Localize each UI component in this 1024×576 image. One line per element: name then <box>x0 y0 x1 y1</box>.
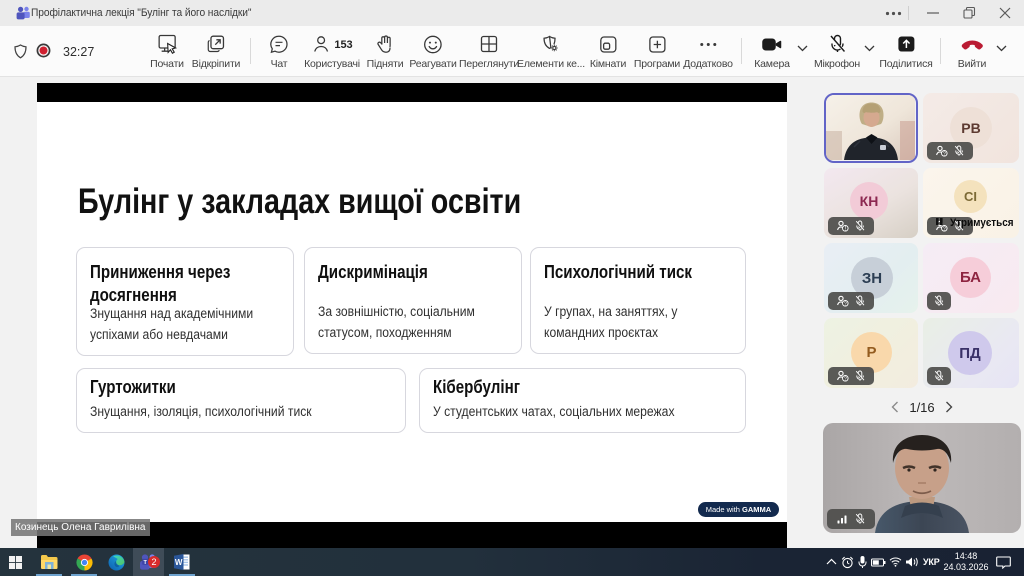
svg-text:W: W <box>175 558 183 567</box>
svg-text:?: ? <box>943 226 946 232</box>
svg-text:?: ? <box>844 376 847 382</box>
svg-text:?: ? <box>844 301 847 307</box>
svg-text:?: ? <box>943 151 946 157</box>
